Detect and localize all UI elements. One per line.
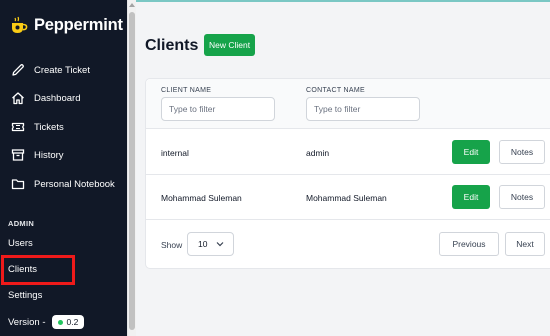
column-header-client-name: CLIENT NAME xyxy=(161,87,212,94)
next-page-button[interactable]: Next xyxy=(505,232,545,256)
sidebar-item-history[interactable]: History xyxy=(10,147,64,163)
brand[interactable]: Peppermint xyxy=(9,15,123,35)
sidebar-item-label: Create Ticket xyxy=(34,64,90,76)
page-size-select[interactable]: 10 xyxy=(187,232,234,256)
admin-link-users[interactable]: Users xyxy=(8,238,33,249)
sidebar-item-label: History xyxy=(34,149,64,161)
table-header: CLIENT NAME CONTACT NAME xyxy=(146,79,550,129)
sidebar-item-dashboard[interactable]: Dashboard xyxy=(10,90,80,106)
version-value: 0.2 xyxy=(66,317,79,327)
edit-button[interactable]: Edit xyxy=(452,140,490,164)
scroll-up-arrow-icon[interactable] xyxy=(129,3,135,7)
table-row: Mohammad Suleman Mohammad Suleman Edit N… xyxy=(146,175,550,220)
client-name-cell: Mohammad Suleman xyxy=(161,193,242,203)
sidebar-item-personal-notebook[interactable]: Personal Notebook xyxy=(10,176,115,192)
client-name-cell: internal xyxy=(161,148,189,158)
status-dot-icon xyxy=(57,319,63,325)
clients-table-card: CLIENT NAME CONTACT NAME internal admin … xyxy=(145,78,550,269)
top-strip xyxy=(136,0,550,2)
highlight-box xyxy=(1,255,75,285)
sidebar-item-create-ticket[interactable]: Create Ticket xyxy=(10,62,90,78)
contact-name-cell: Mohammad Suleman xyxy=(306,193,387,203)
scrollbar-thumb[interactable] xyxy=(129,12,135,330)
previous-page-button[interactable]: Previous xyxy=(439,232,499,256)
new-client-button[interactable]: New Client xyxy=(204,34,256,56)
admin-heading: ADMIN xyxy=(8,219,35,228)
admin-link-settings[interactable]: Settings xyxy=(8,290,42,301)
sidebar-item-label: Tickets xyxy=(34,121,64,133)
ticket-icon xyxy=(10,119,26,135)
home-icon xyxy=(10,90,26,106)
archive-icon xyxy=(10,147,26,163)
version-badge: 0.2 xyxy=(51,315,85,329)
client-name-filter-input[interactable] xyxy=(161,97,275,121)
sidebar-item-label: Personal Notebook xyxy=(34,178,115,190)
sidebar: Peppermint Create Ticket Dashboard Ticke… xyxy=(0,0,127,336)
column-header-contact-name: CONTACT NAME xyxy=(306,87,365,94)
version-info: Version - 0.2 xyxy=(8,315,85,329)
notes-button[interactable]: Notes xyxy=(499,185,545,209)
sidebar-scrollbar[interactable] xyxy=(127,0,136,336)
notes-button[interactable]: Notes xyxy=(499,140,545,164)
page-title: Clients xyxy=(145,37,199,54)
sidebar-item-tickets[interactable]: Tickets xyxy=(10,119,64,135)
edit-button[interactable]: Edit xyxy=(452,185,490,209)
chevron-down-icon xyxy=(216,239,224,249)
show-label: Show xyxy=(161,240,183,250)
sidebar-item-label: Dashboard xyxy=(34,92,81,104)
pencil-icon xyxy=(10,62,26,78)
brand-name: Peppermint xyxy=(34,15,123,34)
version-label: Version - xyxy=(8,316,46,328)
contact-name-filter-input[interactable] xyxy=(306,97,420,121)
contact-name-cell: admin xyxy=(306,148,330,158)
page-size-value: 10 xyxy=(198,239,208,249)
table-row: internal admin Edit Notes xyxy=(146,130,550,175)
coffee-cup-icon xyxy=(9,15,29,35)
folder-icon xyxy=(10,176,26,192)
table-footer: Show 10 Previous Next xyxy=(146,220,550,270)
